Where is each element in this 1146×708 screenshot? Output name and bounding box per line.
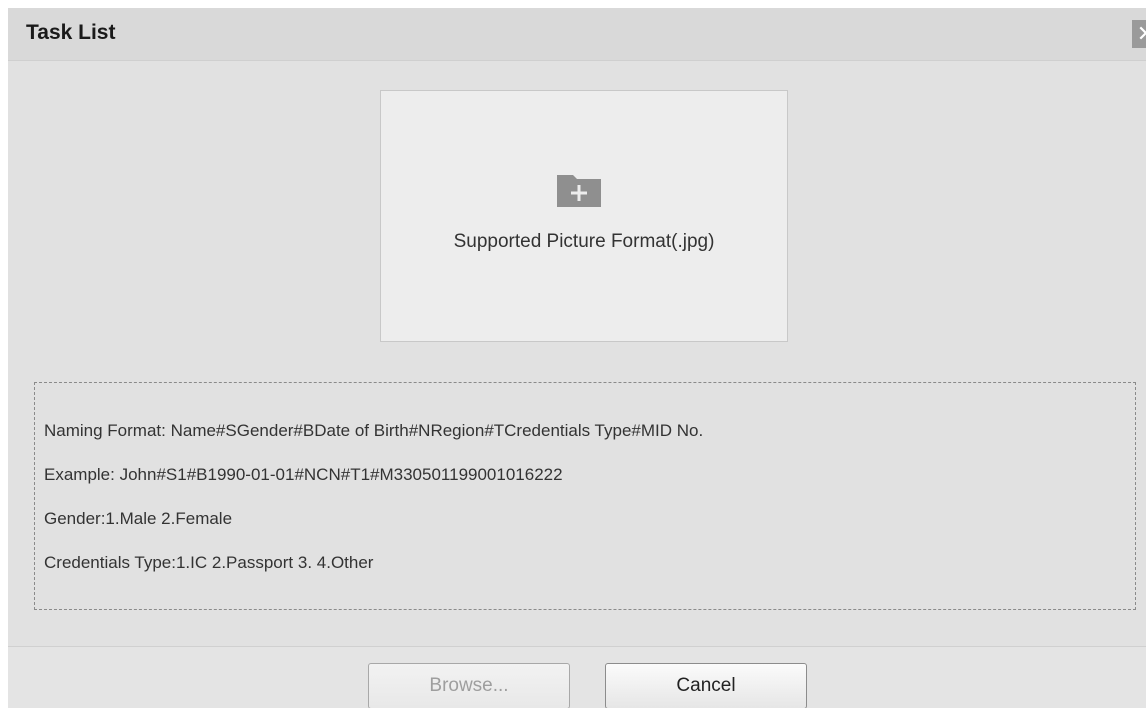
- close-button[interactable]: ✕: [1132, 20, 1146, 48]
- close-icon: ✕: [1137, 21, 1146, 46]
- browse-button[interactable]: Browse...: [368, 663, 570, 708]
- naming-format-line: Naming Format: Name#SGender#BDate of Bir…: [44, 421, 704, 440]
- example-line: Example: John#S1#B1990-01-01#NCN#T1#M330…: [44, 465, 563, 484]
- credentials-type-line: Credentials Type:1.IC 2.Passport 3. 4.Ot…: [44, 553, 374, 572]
- folder-add-icon: [557, 175, 601, 207]
- dialog-footer: Browse... Cancel: [8, 646, 1146, 708]
- dialog-title: Task List: [26, 21, 116, 44]
- upload-drop-area[interactable]: Supported Picture Format(.jpg): [380, 90, 788, 342]
- task-list-dialog: Task List ✕ Supported Picture Format(.jp…: [8, 8, 1146, 708]
- gender-line: Gender:1.Male 2.Female: [44, 509, 233, 528]
- dialog-titlebar: Task List ✕: [8, 8, 1146, 61]
- naming-format-info: Naming Format: Name#SGender#BDate of Bir…: [34, 382, 1136, 610]
- cancel-button[interactable]: Cancel: [605, 663, 807, 708]
- upload-hint-text: Supported Picture Format(.jpg): [453, 231, 715, 252]
